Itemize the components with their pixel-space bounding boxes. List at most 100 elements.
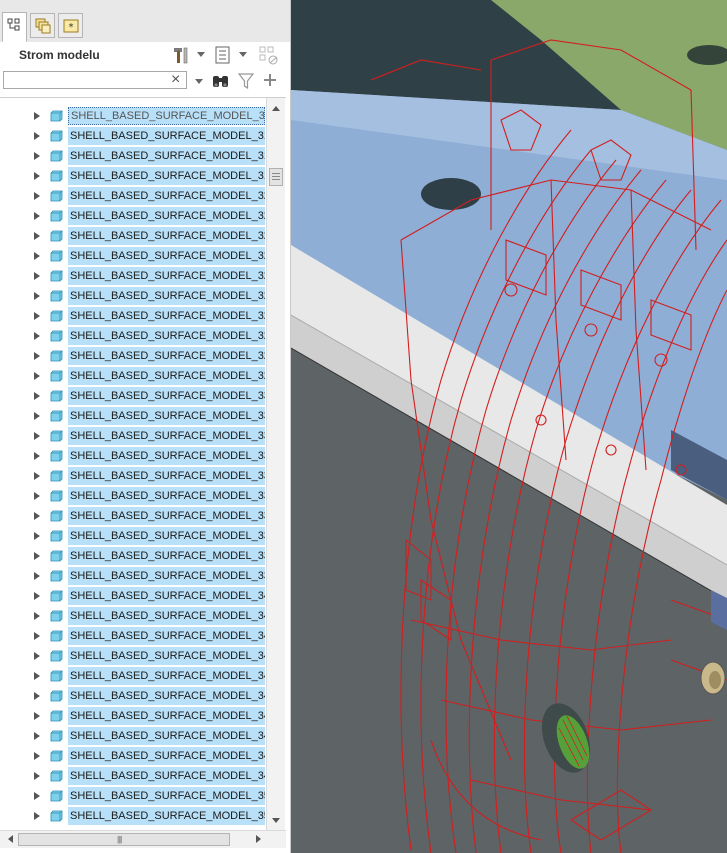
graphics-viewport[interactable] [291, 0, 727, 853]
tree-item[interactable]: SHELL_BASED_SURFACE_MODEL_341. [0, 606, 268, 626]
layers-tab[interactable] [30, 13, 55, 38]
filter-icon[interactable] [237, 72, 255, 90]
expand-arrow-icon[interactable] [34, 332, 40, 340]
expand-arrow-icon[interactable] [34, 472, 40, 480]
tree-item[interactable]: SHELL_BASED_SURFACE_MODEL_351. [0, 806, 268, 826]
expand-arrow-icon[interactable] [34, 492, 40, 500]
surface-part-icon [50, 670, 63, 682]
tree-item[interactable]: SHELL_BASED_SURFACE_MODEL_335. [0, 486, 268, 506]
expand-arrow-icon[interactable] [34, 692, 40, 700]
tree-item[interactable]: SHELL_BASED_SURFACE_MODEL_336. [0, 506, 268, 526]
tree-item[interactable]: SHELL_BASED_SURFACE_MODEL_321. [0, 206, 268, 226]
expand-arrow-icon[interactable] [34, 772, 40, 780]
model-tree-tab[interactable] [2, 12, 27, 42]
tree-list[interactable]: SHELL_BASED_SURFACE_MODEL_316. SHELL_BASE… [0, 98, 268, 831]
expand-arrow-icon[interactable] [34, 152, 40, 160]
tree-item[interactable]: SHELL_BASED_SURFACE_MODEL_329. [0, 366, 268, 386]
tree-item[interactable]: SHELL_BASED_SURFACE_MODEL_344. [0, 666, 268, 686]
expand-arrow-icon[interactable] [34, 672, 40, 680]
expand-arrow-icon[interactable] [34, 752, 40, 760]
expand-arrow-icon[interactable] [34, 192, 40, 200]
tree-item[interactable]: SHELL_BASED_SURFACE_MODEL_322. [0, 226, 268, 246]
expand-arrow-icon[interactable] [34, 452, 40, 460]
search-history-dropdown[interactable] [195, 79, 203, 84]
model-tree: SHELL_BASED_SURFACE_MODEL_316. SHELL_BASE… [0, 97, 286, 831]
tree-item[interactable]: SHELL_BASED_SURFACE_MODEL_328. [0, 346, 268, 366]
tree-item[interactable]: SHELL_BASED_SURFACE_MODEL_327. [0, 326, 268, 346]
expand-arrow-icon[interactable] [34, 592, 40, 600]
tree-item[interactable]: SHELL_BASED_SURFACE_MODEL_350. [0, 786, 268, 806]
expand-arrow-icon[interactable] [34, 212, 40, 220]
expand-arrow-icon[interactable] [34, 292, 40, 300]
tree-item[interactable]: SHELL_BASED_SURFACE_MODEL_343. [0, 646, 268, 666]
tree-item[interactable]: SHELL_BASED_SURFACE_MODEL_334. [0, 466, 268, 486]
surface-part-icon [50, 430, 63, 442]
expand-arrow-icon[interactable] [34, 552, 40, 560]
expand-arrow-icon[interactable] [34, 312, 40, 320]
expand-arrow-icon[interactable] [34, 392, 40, 400]
expand-arrow-icon[interactable] [34, 252, 40, 260]
expand-arrow-icon[interactable] [34, 792, 40, 800]
binoculars-icon[interactable] [211, 73, 231, 91]
scroll-down-arrow-icon[interactable] [272, 818, 280, 823]
tree-item[interactable]: SHELL_BASED_SURFACE_MODEL_326. [0, 306, 268, 326]
expand-arrow-icon[interactable] [34, 632, 40, 640]
tree-item[interactable]: SHELL_BASED_SURFACE_MODEL_337. [0, 526, 268, 546]
tree-item[interactable]: SHELL_BASED_SURFACE_MODEL_318. [0, 146, 268, 166]
tree-item[interactable]: SHELL_BASED_SURFACE_MODEL_346. [0, 706, 268, 726]
tree-item-label: SHELL_BASED_SURFACE_MODEL_349. [68, 767, 265, 785]
expand-arrow-icon[interactable] [34, 272, 40, 280]
tree-item[interactable]: SHELL_BASED_SURFACE_MODEL_324. [0, 266, 268, 286]
expand-arrow-icon[interactable] [34, 572, 40, 580]
tree-item[interactable]: SHELL_BASED_SURFACE_MODEL_325. [0, 286, 268, 306]
tree-item[interactable]: SHELL_BASED_SURFACE_MODEL_330. [0, 386, 268, 406]
tools-dropdown-arrow[interactable] [197, 52, 205, 57]
tree-item[interactable]: SHELL_BASED_SURFACE_MODEL_348. [0, 746, 268, 766]
expand-arrow-icon[interactable] [34, 732, 40, 740]
tree-item[interactable]: SHELL_BASED_SURFACE_MODEL_347. [0, 726, 268, 746]
expand-arrow-icon[interactable] [34, 652, 40, 660]
expand-arrow-icon[interactable] [34, 372, 40, 380]
expand-arrow-icon[interactable] [34, 232, 40, 240]
tree-item[interactable]: SHELL_BASED_SURFACE_MODEL_332. [0, 426, 268, 446]
vertical-scrollbar[interactable] [266, 98, 285, 831]
scroll-left-arrow-icon[interactable] [8, 835, 13, 843]
tree-item[interactable]: SHELL_BASED_SURFACE_MODEL_349. [0, 766, 268, 786]
show-dropdown-arrow[interactable] [239, 52, 247, 57]
expand-arrow-icon[interactable] [34, 812, 40, 820]
scroll-right-arrow-icon[interactable] [256, 835, 261, 843]
tree-item[interactable]: SHELL_BASED_SURFACE_MODEL_319. [0, 166, 268, 186]
clear-search-icon[interactable]: × [171, 71, 180, 89]
expand-arrow-icon[interactable] [34, 512, 40, 520]
expand-arrow-icon[interactable] [34, 172, 40, 180]
expand-arrow-icon[interactable] [34, 112, 40, 120]
tools-settings-icon[interactable] [171, 45, 191, 65]
surface-part-icon [50, 810, 63, 822]
tree-item[interactable]: SHELL_BASED_SURFACE_MODEL_333. [0, 446, 268, 466]
expand-arrow-icon[interactable] [34, 712, 40, 720]
search-input[interactable] [3, 71, 187, 89]
tree-item[interactable]: SHELL_BASED_SURFACE_MODEL_323. [0, 246, 268, 266]
expand-arrow-icon[interactable] [34, 532, 40, 540]
tree-item[interactable]: SHELL_BASED_SURFACE_MODEL_339. [0, 566, 268, 586]
show-options-icon[interactable] [214, 45, 232, 65]
tree-item[interactable]: SHELL_BASED_SURFACE_MODEL_338. [0, 546, 268, 566]
horizontal-scrollbar[interactable]: |||| [0, 830, 286, 848]
expand-arrow-icon[interactable] [34, 412, 40, 420]
expand-arrow-icon[interactable] [34, 352, 40, 360]
add-icon[interactable] [262, 72, 278, 88]
tree-item[interactable]: SHELL_BASED_SURFACE_MODEL_316. [0, 106, 268, 126]
vertical-scroll-thumb[interactable] [269, 168, 283, 186]
tree-item[interactable]: SHELL_BASED_SURFACE_MODEL_331. [0, 406, 268, 426]
tree-item[interactable]: SHELL_BASED_SURFACE_MODEL_342. [0, 626, 268, 646]
expand-arrow-icon[interactable] [34, 132, 40, 140]
expand-arrow-icon[interactable] [34, 612, 40, 620]
favorites-tab[interactable]: * [58, 13, 83, 38]
tree-item[interactable]: SHELL_BASED_SURFACE_MODEL_340. [0, 586, 268, 606]
tree-item[interactable]: SHELL_BASED_SURFACE_MODEL_345. [0, 686, 268, 706]
horizontal-scroll-thumb[interactable]: |||| [18, 833, 230, 846]
expand-arrow-icon[interactable] [34, 432, 40, 440]
tree-item[interactable]: SHELL_BASED_SURFACE_MODEL_320. [0, 186, 268, 206]
scroll-up-arrow-icon[interactable] [272, 106, 280, 111]
tree-item[interactable]: SHELL_BASED_SURFACE_MODEL_317. [0, 126, 268, 146]
